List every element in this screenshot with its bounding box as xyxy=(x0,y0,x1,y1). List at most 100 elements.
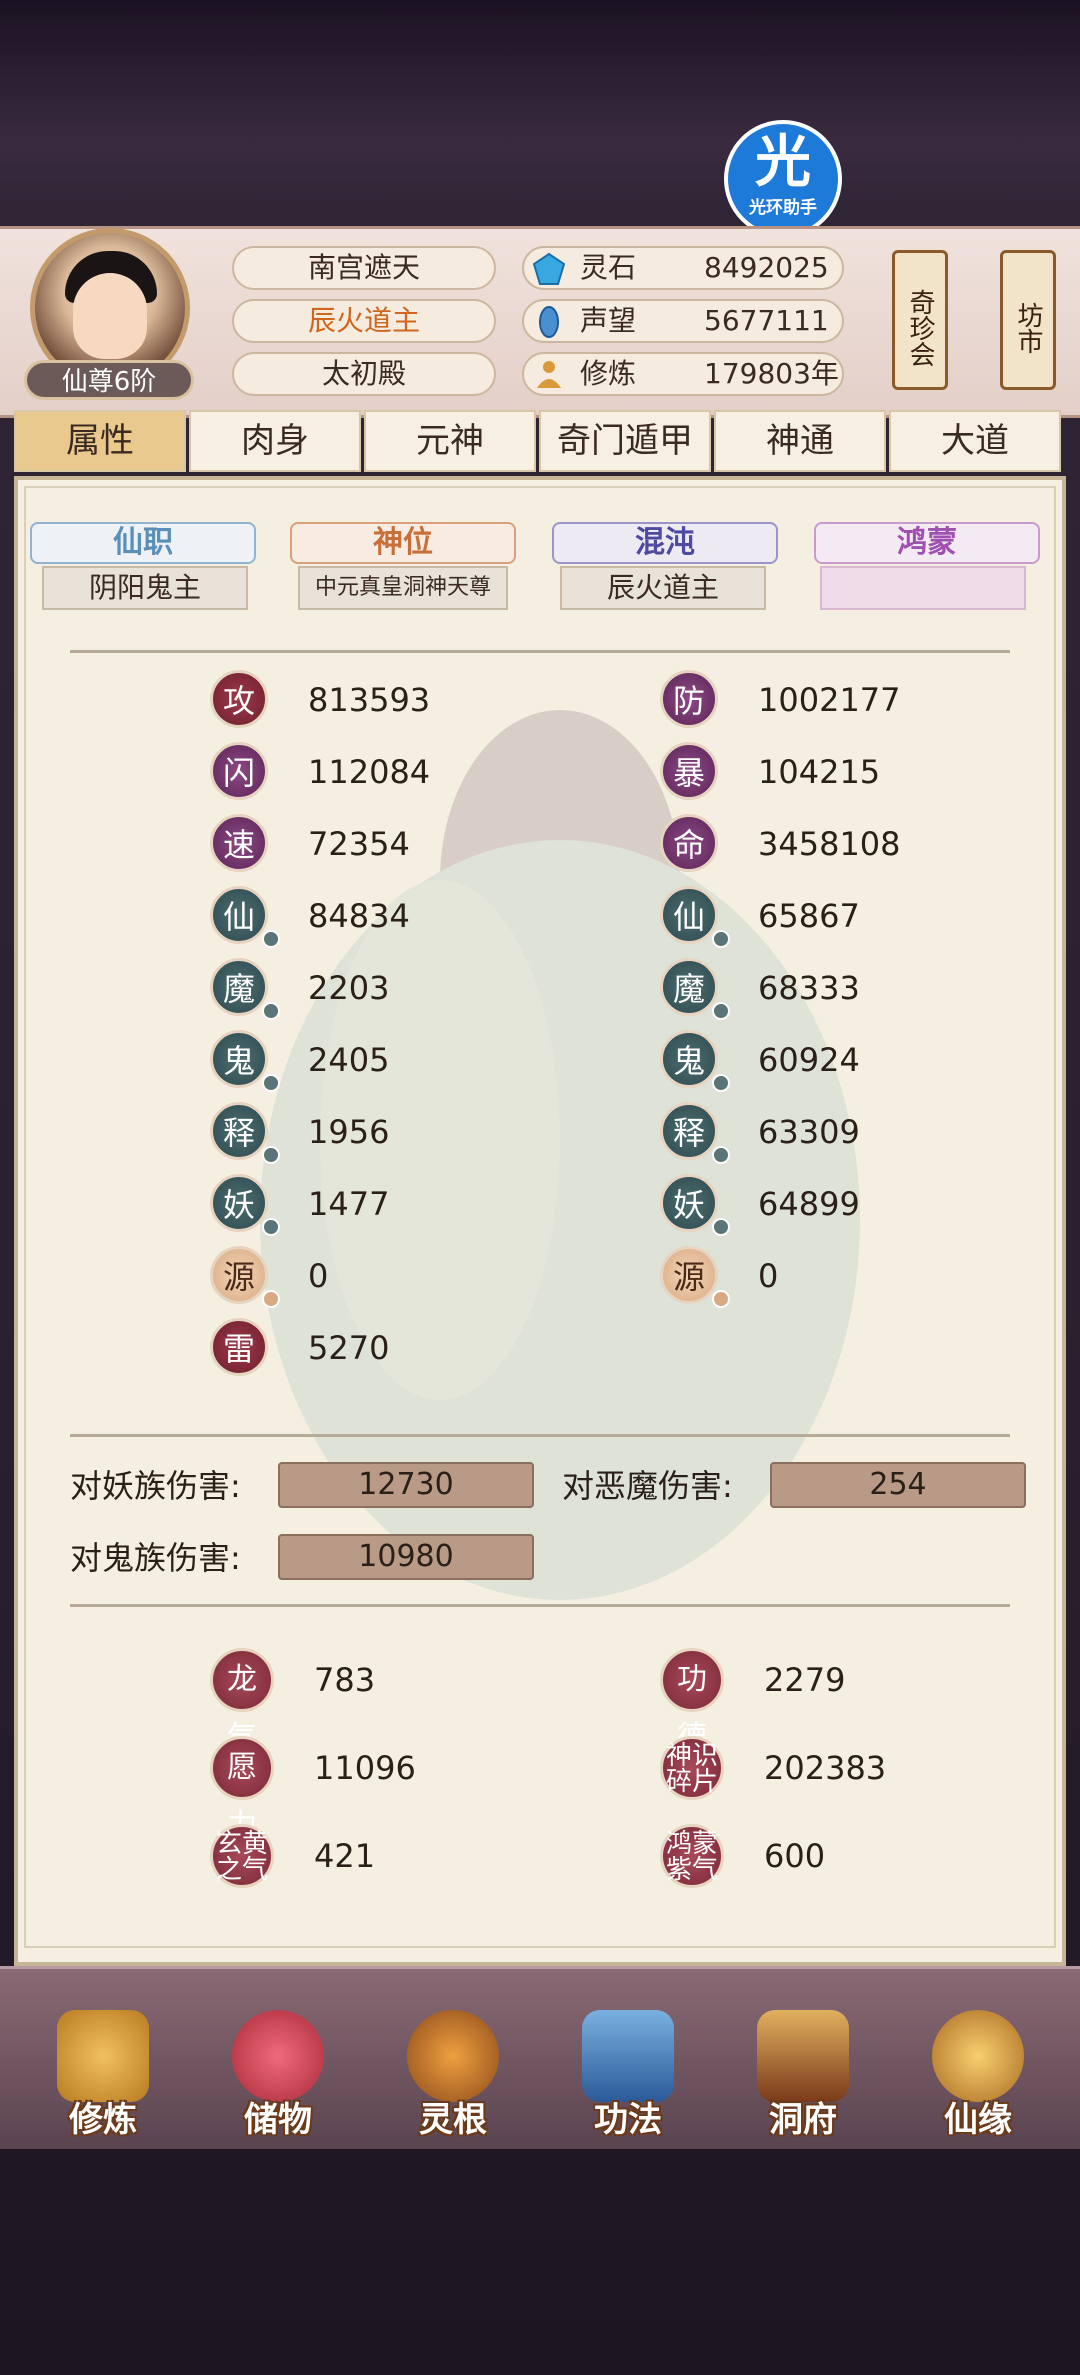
resource-label: 声望 xyxy=(580,304,637,337)
immortal-attack-icon[interactable]: 仙 xyxy=(210,886,268,944)
origin-attack-icon[interactable]: 源 xyxy=(210,1246,268,1304)
damage-vs-ghost-label: 对鬼族伤害: xyxy=(70,1539,241,1577)
immortal-defense-icon[interactable]: 仙 xyxy=(660,886,718,944)
market-button[interactable]: 坊市 xyxy=(1000,250,1056,390)
damage-vs-demon-label: 对恶魔伤害: xyxy=(562,1467,733,1505)
ghost-defense-icon[interactable]: 鬼 xyxy=(660,1030,718,1088)
defense-type-badge-icon xyxy=(712,1290,730,1308)
role-value: 阴阳鬼主 xyxy=(42,566,248,610)
player-title[interactable]: 辰火道主 xyxy=(232,299,496,343)
ghost-attack-value: 2405 xyxy=(308,1041,390,1079)
nav-cave-house[interactable]: 洞府 xyxy=(728,2010,878,2140)
damage-vs-monster-value: 12730 xyxy=(278,1462,534,1508)
rank-badge: 仙尊6阶 xyxy=(24,360,194,400)
dodge-value: 112084 xyxy=(308,753,431,791)
defense-type-badge-icon xyxy=(712,1002,730,1020)
role-title: 鸿蒙 xyxy=(897,525,957,560)
dragon-qi-icon[interactable]: 龙气 xyxy=(210,1648,274,1755)
role-value: 辰火道主 xyxy=(560,566,766,610)
soul-shard-icon[interactable]: 神识碎片 xyxy=(660,1736,724,1800)
attack-type-badge-icon xyxy=(262,1290,280,1308)
origin-defense-value: 0 xyxy=(758,1257,779,1295)
divider xyxy=(70,650,1010,653)
role-chaos[interactable]: 混沌 xyxy=(552,522,778,564)
demon-attack-icon[interactable]: 魔 xyxy=(210,958,268,1016)
crit-icon[interactable]: 暴 xyxy=(660,742,718,800)
nav-fortune[interactable]: 仙缘 xyxy=(903,2010,1053,2140)
monster-defense-icon[interactable]: 妖 xyxy=(660,1174,718,1232)
dragon-qi-value: 783 xyxy=(314,1661,376,1699)
nav-cultivate[interactable]: 修炼 xyxy=(28,2010,178,2140)
hp-icon[interactable]: 命 xyxy=(660,814,718,872)
buddha-attack-icon[interactable]: 释 xyxy=(210,1102,268,1160)
tab-great-dao[interactable]: 大道 xyxy=(889,410,1061,472)
tab-powers[interactable]: 神通 xyxy=(714,410,886,472)
role-immortal-post[interactable]: 仙职 xyxy=(30,522,256,564)
resource-value: 8492025 xyxy=(704,251,829,284)
nav-spirit-root[interactable]: 灵根 xyxy=(378,2010,528,2140)
origin-attack-value: 0 xyxy=(308,1257,329,1295)
wish-power-value: 11096 xyxy=(314,1749,416,1787)
tab-bar: 属性 肉身 元神 奇门遁甲 神通 大道 xyxy=(14,410,1066,476)
assistant-glyph: 光 xyxy=(755,130,811,195)
tab-qimen[interactable]: 奇门遁甲 xyxy=(539,410,711,472)
defense-type-badge-icon xyxy=(712,930,730,948)
thunder-icon[interactable]: 雷 xyxy=(210,1318,268,1376)
nav-label: 灵根 xyxy=(419,2100,487,2140)
buddha-defense-value: 63309 xyxy=(758,1113,860,1151)
avatar-face xyxy=(73,273,147,359)
nav-technique[interactable]: 功法 xyxy=(553,2010,703,2140)
defense-icon[interactable]: 防 xyxy=(660,670,718,728)
attack-value: 813593 xyxy=(308,681,431,719)
ghost-defense-value: 60924 xyxy=(758,1041,860,1079)
ghost-attack-icon[interactable]: 鬼 xyxy=(210,1030,268,1088)
fortune-gourd-icon xyxy=(932,2010,1024,2102)
xuanhuang-qi-icon[interactable]: 玄黄之气 xyxy=(210,1824,274,1888)
role-hongmeng[interactable]: 鸿蒙 xyxy=(814,522,1040,564)
player-sect: 太初殿 xyxy=(232,352,496,396)
attack-type-badge-icon xyxy=(262,1146,280,1164)
nav-storage[interactable]: 储物 xyxy=(203,2010,353,2140)
tab-attributes[interactable]: 属性 xyxy=(14,410,186,472)
monster-defense-value: 64899 xyxy=(758,1185,860,1223)
storage-bag-icon xyxy=(232,2010,324,2102)
role-title: 仙职 xyxy=(113,525,173,560)
merit-icon[interactable]: 功德 xyxy=(660,1648,724,1755)
tab-spirit[interactable]: 元神 xyxy=(364,410,536,472)
attack-icon[interactable]: 攻 xyxy=(210,670,268,728)
spirit-stone-icon xyxy=(532,252,566,285)
speed-value: 72354 xyxy=(308,825,410,863)
treasure-pavilion-button[interactable]: 奇珍会 xyxy=(892,250,948,390)
hongmeng-purple-qi-value: 600 xyxy=(764,1837,826,1875)
speed-icon[interactable]: 速 xyxy=(210,814,268,872)
damage-vs-monster-label: 对妖族伤害: xyxy=(70,1467,241,1505)
demon-defense-value: 68333 xyxy=(758,969,860,1007)
nav-label: 功法 xyxy=(594,2100,662,2140)
cave-house-icon xyxy=(757,2010,849,2102)
buddha-defense-icon[interactable]: 释 xyxy=(660,1102,718,1160)
cultivation-icon xyxy=(537,361,561,388)
attack-type-badge-icon xyxy=(262,1218,280,1236)
damage-vs-demon-value: 254 xyxy=(770,1462,1026,1508)
demon-defense-icon[interactable]: 魔 xyxy=(660,958,718,1016)
resource-label: 修炼 xyxy=(580,357,637,390)
player-name: 南宫遮天 xyxy=(232,246,496,290)
hongmeng-purple-qi-icon[interactable]: 鸿蒙紫气 xyxy=(660,1824,724,1888)
divider xyxy=(70,1434,1010,1437)
role-divine-rank[interactable]: 神位 xyxy=(290,522,516,564)
role-value xyxy=(820,566,1026,610)
buddha-attack-value: 1956 xyxy=(308,1113,390,1151)
dodge-icon[interactable]: 闪 xyxy=(210,742,268,800)
hp-value: 3458108 xyxy=(758,825,901,863)
wish-power-icon[interactable]: 愿力 xyxy=(210,1736,274,1843)
defense-type-badge-icon xyxy=(712,1218,730,1236)
crit-value: 104215 xyxy=(758,753,881,791)
role-title: 混沌 xyxy=(635,525,695,560)
assistant-badge[interactable]: 光 光环助手 xyxy=(724,120,842,238)
reputation-icon xyxy=(539,306,559,338)
monster-attack-icon[interactable]: 妖 xyxy=(210,1174,268,1232)
nav-label: 仙缘 xyxy=(944,2100,1012,2140)
origin-defense-icon[interactable]: 源 xyxy=(660,1246,718,1304)
tab-body[interactable]: 肉身 xyxy=(189,410,361,472)
defense-type-badge-icon xyxy=(712,1146,730,1164)
